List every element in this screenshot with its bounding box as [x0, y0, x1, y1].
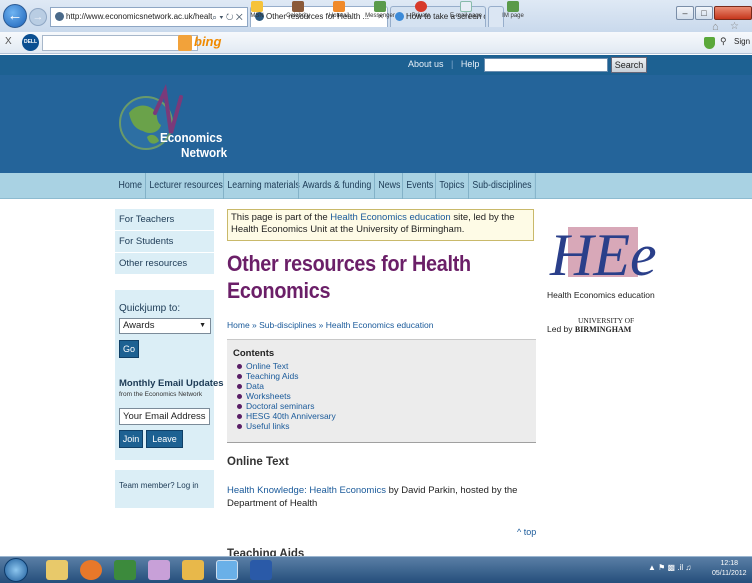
back-button[interactable]: ← [3, 4, 27, 28]
nav-lecturer-resources[interactable]: Lecturer resources [145, 173, 226, 199]
nav-awards-funding[interactable]: Awards & funding [298, 173, 375, 199]
window-close-button[interactable] [714, 6, 752, 20]
quickjump-label: Quickjump to: [119, 303, 181, 314]
toolbar-messenger[interactable]: Messenger [363, 1, 397, 19]
contents-heading: Contents [233, 348, 275, 359]
system-tray-icons[interactable]: ▲ ⚑ ▩ .il ♫ [648, 563, 691, 572]
toolbar-im-page[interactable]: IM page [496, 1, 530, 19]
birmingham-text: BIRMINGHAM [574, 325, 632, 334]
notice-text: This page is part of the [231, 212, 331, 223]
taskbar-app-icon[interactable] [148, 560, 170, 580]
help-link[interactable]: Help [461, 59, 480, 69]
toolbar-msn[interactable]: MSN [240, 1, 274, 19]
shield-icon[interactable] [704, 37, 715, 49]
contents-box: Contents Online Text Teaching Aids Data … [227, 339, 536, 443]
signin-key-icon: ⚲ [720, 36, 727, 46]
divider: | [451, 59, 454, 69]
hee-logo[interactable]: HEe [546, 213, 666, 288]
sidebar-item-for-teachers[interactable]: For Teachers [115, 209, 214, 231]
contents-item-hesg[interactable]: HESG 40th Anniversary [237, 411, 336, 421]
online-text-paragraph: Health Knowledge: Health Economics by Da… [227, 484, 542, 510]
breadcrumb[interactable]: Home » Sub-disciplines » Health Economic… [227, 320, 433, 330]
dell-logo-icon: DELL [22, 34, 39, 51]
quickjump-select[interactable]: Awards ▼ [119, 318, 211, 334]
top-links: About us | Help [408, 59, 479, 69]
favorites-star-icon[interactable]: ☆ [730, 22, 742, 32]
toolbar-private[interactable]: Private [404, 1, 438, 19]
nav-topics[interactable]: Topics [435, 173, 468, 199]
taskbar-explorer-icon[interactable] [46, 560, 68, 580]
toolbar-search-input[interactable] [42, 35, 198, 51]
nav-news[interactable]: News [374, 173, 404, 199]
email-field[interactable]: Your Email Address [119, 408, 210, 425]
home-icon[interactable]: ⌂ [712, 22, 724, 33]
nav-learning-materials[interactable]: Learning materials [223, 173, 303, 199]
email-icon [460, 1, 472, 12]
im-icon [507, 1, 519, 12]
site-notice: This page is part of the Health Economic… [227, 209, 534, 241]
taskbar-ie-icon[interactable] [216, 560, 238, 580]
contents-item-worksheets[interactable]: Worksheets [237, 391, 291, 401]
hee-logo-icon: HEe [549, 222, 657, 288]
taskbar-excel-icon[interactable] [114, 560, 136, 580]
clock-date: 05/11/2012 [712, 570, 747, 577]
toolbar-hotmail[interactable]: Hotmail [322, 1, 356, 19]
private-icon [415, 1, 427, 12]
toolbar-celebrity[interactable]: Celebrity [281, 1, 315, 19]
taskbar-folder-icon[interactable] [182, 560, 204, 580]
start-button[interactable] [4, 558, 28, 582]
logo-text-economics: Economics [160, 130, 223, 145]
section-heading-online-text: Online Text [227, 456, 289, 468]
messenger-icon [374, 1, 386, 12]
minimize-button[interactable]: – [676, 6, 694, 20]
site-search-input[interactable] [484, 58, 608, 72]
email-updates-title: Monthly Email Updates [119, 378, 224, 389]
health-knowledge-link[interactable]: Health Knowledge: Health Economics [227, 485, 386, 496]
contents-item-useful-links[interactable]: Useful links [237, 421, 289, 431]
led-by-birmingham: Led by BIRMINGHAM [547, 324, 631, 334]
notice-link[interactable]: Health Economics education [330, 212, 450, 223]
nav-events[interactable]: Events [402, 173, 437, 199]
bing-logo[interactable]: bing [194, 34, 221, 49]
contents-item-doctoral-seminars[interactable]: Doctoral seminars [237, 401, 315, 411]
chevron-down-icon: ▼ [199, 322, 206, 329]
led-by-text: Led by [547, 324, 575, 334]
hee-logo-text: HEe [549, 222, 657, 285]
celebrity-icon [292, 1, 304, 12]
toolbar-email-page[interactable]: E-mail page [449, 1, 483, 19]
page-title: Other resources for Health Economics [227, 251, 471, 303]
taskbar-clock[interactable]: 12:18 05/11/2012 [712, 559, 747, 579]
bing-b-icon [178, 35, 192, 51]
taskbar-media-icon[interactable] [80, 560, 102, 580]
site-header [0, 75, 752, 173]
contents-item-data[interactable]: Data [237, 381, 264, 391]
windows-taskbar [0, 556, 752, 583]
clock-time: 12:18 [720, 560, 739, 567]
team-login-link[interactable]: Team member? Log in [119, 481, 199, 490]
maximize-button[interactable]: □ [695, 6, 713, 20]
about-us-link[interactable]: About us [408, 59, 444, 69]
email-updates-sub: from the Economics Network [119, 391, 203, 398]
back-to-top-link[interactable]: ^ top [517, 527, 536, 537]
hee-caption: Health Economics education [547, 290, 655, 300]
leave-button[interactable]: Leave [146, 430, 183, 448]
contents-item-online-text[interactable]: Online Text [237, 361, 288, 371]
join-button[interactable]: Join [119, 430, 143, 448]
quickjump-value: Awards [123, 320, 155, 331]
go-button[interactable]: Go [119, 340, 139, 358]
hotmail-icon [333, 1, 345, 12]
msn-icon [251, 1, 263, 12]
sidebar-item-for-students[interactable]: For Students [115, 231, 214, 253]
taskbar-word-icon[interactable] [250, 560, 272, 580]
signin-link[interactable]: Sign [734, 37, 750, 46]
nav-sub-disciplines[interactable]: Sub-disciplines [468, 173, 536, 199]
toolbar-close-icon[interactable]: X [5, 36, 12, 47]
logo-text-network: Network [181, 145, 228, 160]
sidebar-item-other-resources[interactable]: Other resources [115, 253, 214, 275]
site-favicon-icon [55, 12, 64, 22]
nav-home[interactable]: Home [115, 173, 146, 199]
site-search-button[interactable]: Search [611, 57, 647, 73]
forward-button[interactable]: → [29, 8, 47, 26]
contents-item-teaching-aids[interactable]: Teaching Aids [237, 371, 298, 381]
